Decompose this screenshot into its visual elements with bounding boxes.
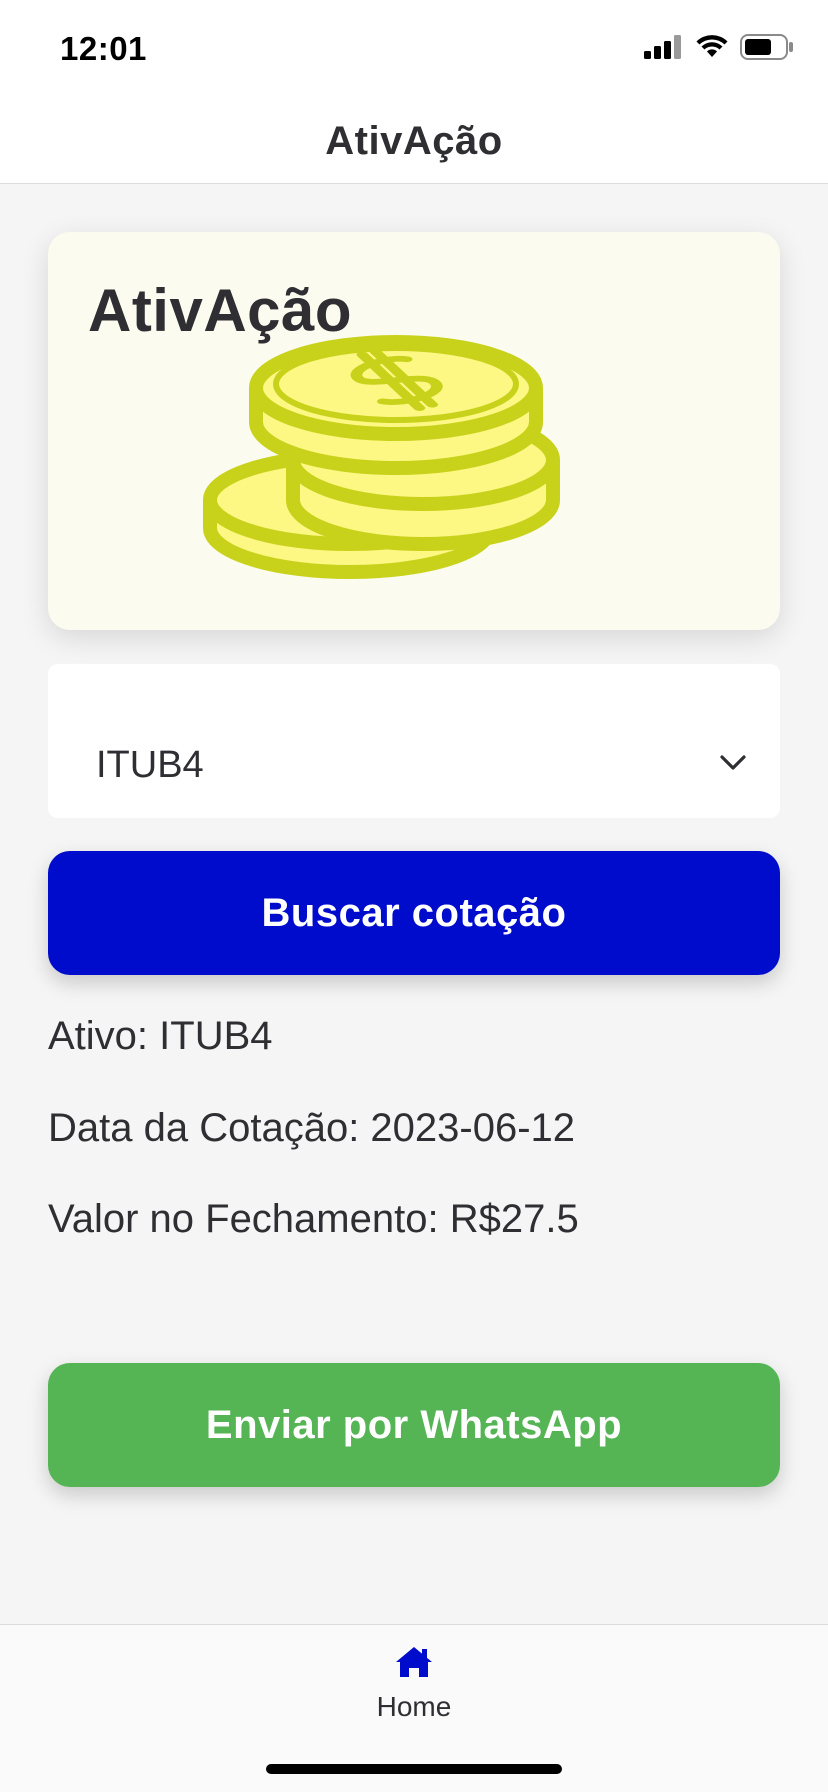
asset-select-value: ITUB4 [96, 744, 204, 786]
asset-select[interactable]: ITUB4 [48, 664, 780, 818]
status-bar: 12:01 [0, 0, 828, 100]
wifi-icon [696, 35, 728, 57]
chevron-down-icon [720, 755, 746, 770]
tab-home[interactable]: Home [314, 1637, 514, 1747]
status-time: 12:01 [60, 30, 147, 67]
home-indicator [266, 1764, 562, 1774]
status-icons [644, 34, 794, 60]
coins-dollar-icon [203, 335, 560, 579]
header-title: AtivAção [325, 119, 503, 163]
cellular-signal-icon [644, 35, 681, 59]
hero-card: AtivAção [48, 232, 780, 630]
battery-icon [740, 34, 793, 60]
app-screen: 12:01 AtivAção AtivAção ITUB4 Buscar cot… [0, 0, 828, 1792]
result-close-value: Valor no Fechamento: R$27.5 [48, 1197, 579, 1241]
home-icon [396, 1647, 432, 1677]
send-whatsapp-button[interactable]: Enviar por WhatsApp [48, 1363, 780, 1487]
hero-title: AtivAção [88, 277, 353, 344]
search-quote-button[interactable]: Buscar cotação [48, 851, 780, 975]
app-header: AtivAção [0, 100, 828, 184]
result-asset: Ativo: ITUB4 [48, 1014, 273, 1058]
result-date: Data da Cotação: 2023-06-12 [48, 1106, 576, 1150]
tab-home-label: Home [376, 1691, 452, 1722]
